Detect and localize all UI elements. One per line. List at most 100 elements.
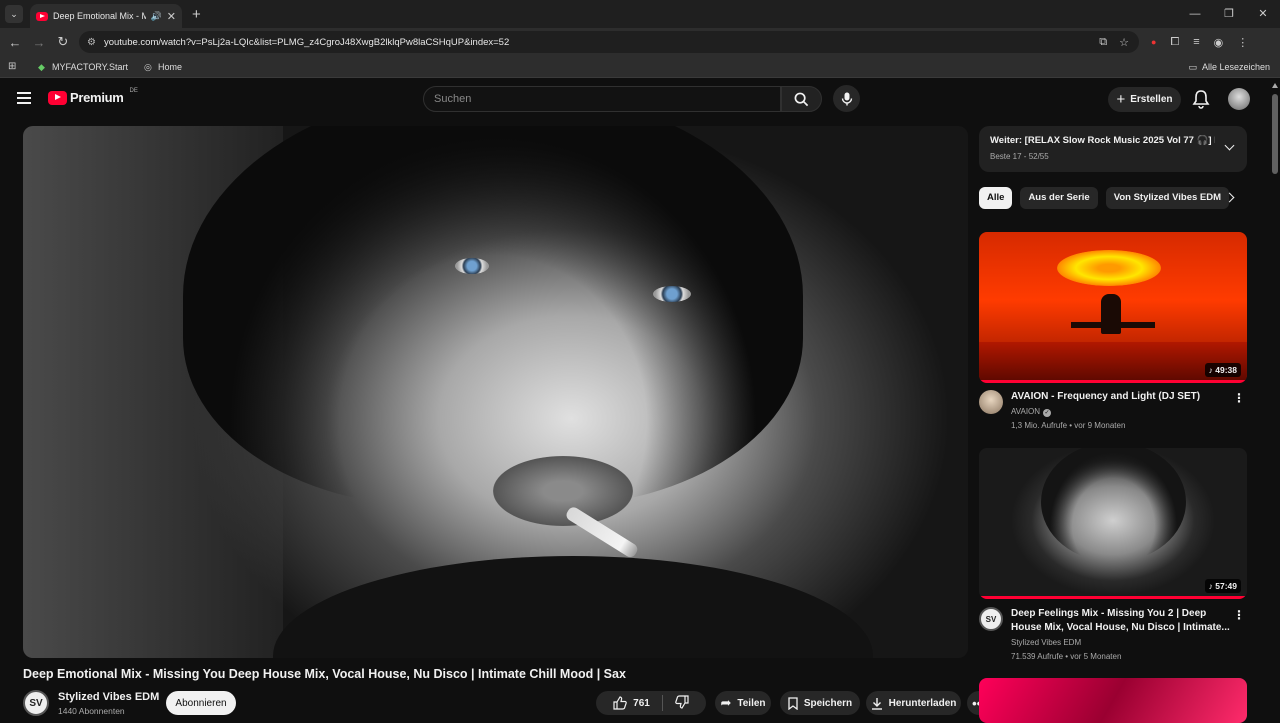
- related-meta: 71.539 Aufrufe • vor 5 Monaten: [1011, 652, 1122, 661]
- myfactory-icon: ◆: [38, 61, 45, 72]
- bookmark-star-icon[interactable]: ☆: [1119, 36, 1129, 49]
- menu-dots-icon[interactable]: ⋮: [1237, 36, 1248, 49]
- browser-toolbar: ← → ↻ ⚙ youtube.com/watch?v=PsLj2a-LQIc&…: [0, 28, 1280, 56]
- save-button[interactable]: Speichern: [780, 691, 860, 715]
- video-frame-lips: [493, 456, 633, 526]
- back-icon[interactable]: ←: [3, 35, 27, 50]
- channel-name[interactable]: Stylized Vibes EDM: [58, 691, 159, 703]
- all-bookmarks[interactable]: ▭ Alle Lesezeichen: [1188, 56, 1270, 78]
- more-vertical-icon[interactable]: ⋮: [1233, 392, 1245, 404]
- bookmarks-bar: ⊞ ◆ MYFACTORY.Start ◎ Home ▭ Alle Leseze…: [0, 56, 1280, 78]
- related-video-info: SV Deep Feelings Mix - Missing You 2 | D…: [979, 607, 1247, 667]
- logo-text: Premium: [70, 90, 124, 105]
- subscriber-count: 1440 Abonnenten: [58, 706, 125, 716]
- plus-icon: +: [1116, 91, 1126, 108]
- related-video-title[interactable]: Deep Feelings Mix - Missing You 2 | Deep…: [1011, 607, 1233, 635]
- like-button[interactable]: 761: [613, 696, 650, 710]
- related-channel-name: AVAION: [1011, 407, 1041, 416]
- browser-tab-active[interactable]: Deep Emotional Mix - Missi 🔊 ✕: [30, 4, 182, 28]
- bookmark-myfactory[interactable]: ◆ MYFACTORY.Start: [38, 62, 128, 72]
- chip-all[interactable]: Alle: [979, 187, 1013, 209]
- channel-row: SV Stylized Vibes EDM 1440 Abonnenten Ab…: [23, 689, 991, 719]
- voice-search-button[interactable]: [833, 85, 860, 112]
- menu-icon[interactable]: [17, 92, 31, 104]
- download-icon: [871, 697, 882, 710]
- subscribe-button[interactable]: Abonnieren: [166, 691, 236, 715]
- restore-icon[interactable]: ❐: [1212, 0, 1246, 28]
- adblock-extension-icon[interactable]: ●: [1151, 37, 1156, 47]
- folder-icon: ▭: [1188, 61, 1197, 72]
- chevron-down-icon: ⌄: [10, 8, 18, 19]
- address-bar[interactable]: ⚙ youtube.com/watch?v=PsLj2a-LQIc&list=P…: [79, 31, 1139, 53]
- youtube-favicon-icon: [36, 11, 48, 21]
- video-frame-body: [273, 556, 873, 658]
- site-info-icon[interactable]: ⚙: [87, 37, 96, 48]
- browser-tab-bar: ⌄ Deep Emotional Mix - Missi 🔊 ✕ + — ❐ ✕: [0, 0, 1280, 28]
- youtube-premium-logo[interactable]: Premium DE: [48, 87, 138, 105]
- tab-title: Deep Emotional Mix - Missi: [53, 11, 146, 21]
- verified-check-icon: ✓: [1043, 409, 1052, 417]
- url-text[interactable]: youtube.com/watch?v=PsLj2a-LQIc&list=PLM…: [104, 37, 1099, 48]
- scroll-up-icon[interactable]: [1272, 83, 1278, 88]
- puzzle-extensions-icon[interactable]: ⧠: [1170, 36, 1179, 49]
- profile-icon[interactable]: ◉: [1214, 36, 1224, 49]
- duration-text: 49:38: [1215, 365, 1237, 375]
- thumbnail-hair: [1041, 448, 1186, 562]
- related-meta: 1,3 Mio. Aufrufe • vor 9 Monaten: [1011, 421, 1126, 430]
- filter-chips: Alle Aus der Serie Von Stylized Vibes ED…: [979, 187, 1230, 209]
- thumbs-up-icon: [613, 696, 627, 710]
- video-player[interactable]: [23, 126, 968, 658]
- related-video-title[interactable]: AVAION - Frequency and Light (DJ SET): [1011, 390, 1233, 404]
- close-tab-icon[interactable]: ✕: [167, 10, 176, 23]
- scrollbar-thumb[interactable]: [1272, 94, 1278, 174]
- speaker-icon[interactable]: 🔊: [151, 11, 162, 22]
- dislike-button[interactable]: [675, 694, 689, 712]
- notifications-bell-icon[interactable]: [1192, 89, 1210, 109]
- page-scrollbar[interactable]: [1270, 80, 1280, 720]
- like-dislike-group: 761: [596, 691, 706, 715]
- channel-avatar[interactable]: [979, 390, 1003, 414]
- related-thumbnail[interactable]: ♪ 49:38: [979, 232, 1247, 383]
- related-thumbnail[interactable]: [979, 678, 1247, 723]
- chevron-down-icon[interactable]: [1224, 140, 1235, 151]
- account-avatar[interactable]: [1228, 88, 1250, 110]
- playlist-subtitle: Beste 17 - 52/55: [990, 152, 1049, 161]
- channel-avatar[interactable]: SV: [23, 690, 49, 716]
- related-channel[interactable]: Stylized Vibes EDM: [1011, 638, 1081, 647]
- media-control-icon[interactable]: ≡: [1193, 36, 1199, 48]
- minimize-icon[interactable]: —: [1178, 0, 1212, 28]
- search-icon: [794, 92, 809, 106]
- reload-icon[interactable]: ↻: [51, 34, 75, 50]
- download-button[interactable]: Herunterladen: [866, 691, 961, 715]
- search-input[interactable]: Suchen: [423, 86, 781, 112]
- channel-avatar[interactable]: SV: [979, 607, 1003, 631]
- window-controls: — ❐ ✕: [1178, 0, 1280, 28]
- close-window-icon[interactable]: ✕: [1246, 0, 1280, 28]
- cast-icon[interactable]: ⧉: [1099, 36, 1107, 49]
- related-channel[interactable]: AVAION ✓: [1011, 407, 1052, 417]
- search-button[interactable]: [781, 86, 822, 112]
- forward-icon[interactable]: →: [27, 35, 51, 50]
- create-label: Erstellen: [1130, 94, 1173, 105]
- more-vertical-icon[interactable]: ⋮: [1233, 609, 1245, 621]
- watched-progress-bar: [979, 596, 1247, 599]
- bookmark-home[interactable]: ◎ Home: [144, 62, 182, 72]
- tab-search-button[interactable]: ⌄: [5, 5, 23, 23]
- watched-progress-bar: [979, 380, 1247, 383]
- new-tab-icon[interactable]: +: [192, 6, 201, 23]
- country-code: DE: [129, 87, 138, 94]
- related-thumbnail[interactable]: ♪ 57:49: [979, 448, 1247, 599]
- create-button[interactable]: + Erstellen: [1108, 87, 1181, 112]
- bookmark-icon: [788, 696, 798, 710]
- related-video-info: AVAION - Frequency and Light (DJ SET) AV…: [979, 390, 1247, 435]
- apps-grid-icon[interactable]: ⊞: [8, 61, 22, 72]
- thumbnail-halo: [1057, 250, 1161, 286]
- all-bookmarks-label: Alle Lesezeichen: [1201, 62, 1270, 72]
- thumbnail-dj-figure: [1101, 294, 1121, 334]
- masthead: Premium DE Suchen + Erstellen: [0, 80, 1268, 120]
- chip-from-series[interactable]: Aus der Serie: [1020, 187, 1098, 209]
- chip-from-channel[interactable]: Von Stylized Vibes EDM: [1105, 187, 1230, 209]
- share-button[interactable]: ➦ Teilen: [715, 691, 771, 715]
- playlist-panel-collapsed[interactable]: Weiter: [RELAX Slow Rock Music 2025 Vol …: [979, 126, 1247, 172]
- share-label: Teilen: [737, 697, 766, 709]
